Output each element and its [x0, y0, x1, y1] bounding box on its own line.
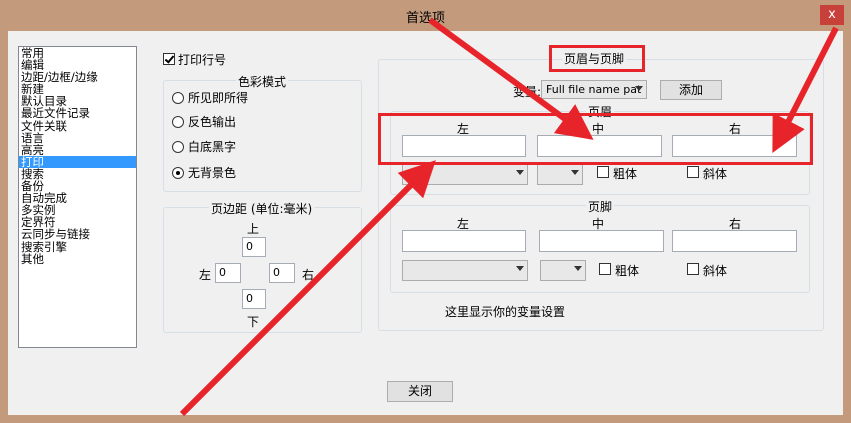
color-mode-option-label: 所见即所得 [188, 91, 249, 105]
chevron-down-icon [574, 266, 582, 271]
footer-italic-checkbox[interactable] [687, 263, 699, 275]
footer-title: 页脚 [586, 198, 615, 215]
margins-group [163, 207, 362, 333]
footer-italic-label: 斜体 [703, 264, 728, 278]
chevron-down-icon [571, 170, 579, 175]
category-item[interactable]: 最近文件记录 [19, 107, 136, 119]
annotation-title-box [549, 45, 645, 72]
header-size-select[interactable] [537, 164, 583, 185]
chevron-down-icon [516, 170, 524, 175]
window-title: 首选项 [405, 11, 445, 26]
color-mode-option-label: 无背景色 [188, 166, 237, 180]
header-bold-label: 粗体 [613, 167, 638, 181]
margin-bottom-label: 下 [247, 315, 260, 329]
window-close-button[interactable]: x [820, 5, 844, 25]
footer-center-input[interactable] [539, 230, 664, 252]
footer-left-input[interactable] [402, 230, 526, 252]
margins-title: 页边距 (单位:毫米) [209, 200, 315, 217]
variable-select[interactable]: Full file name pat [541, 80, 647, 99]
header-bold-checkbox[interactable] [597, 166, 609, 178]
chevron-down-icon [635, 86, 643, 91]
category-item[interactable]: 其他 [19, 253, 136, 265]
footer-size-select[interactable] [540, 260, 586, 281]
margin-right-input[interactable]: 0 [269, 263, 295, 283]
add-variable-button[interactable]: 添加 [660, 80, 722, 100]
line-numbers-label: 打印行号 [178, 53, 227, 67]
footer-bold-label: 粗体 [615, 264, 640, 278]
annotation-header-box [378, 113, 813, 165]
variable-label: 变量: [513, 85, 542, 99]
title-bar[interactable]: 首选项 x [0, 0, 851, 30]
dialog-body: 常用 编辑 边距/边框/边缘 新建 默认目录 最近文件记录 文件关联 语言 高亮 打印 搜索 备份 自动… [8, 31, 843, 415]
variable-select-value: Full file name pat [546, 83, 642, 96]
color-mode-radio[interactable] [172, 92, 184, 104]
footer-font-select[interactable] [402, 260, 528, 281]
line-numbers-checkbox[interactable] [163, 53, 175, 65]
footer-bold-checkbox[interactable] [599, 263, 611, 275]
category-item[interactable]: 搜索引擎 [19, 240, 136, 253]
margin-left-label: 左 [199, 268, 212, 282]
color-mode-radio[interactable] [172, 116, 184, 128]
color-mode-radio[interactable] [172, 167, 184, 179]
header-font-select[interactable] [402, 164, 528, 185]
margin-bottom-input[interactable]: 0 [242, 289, 266, 309]
margin-top-input[interactable]: 0 [242, 237, 266, 257]
margin-right-label: 右 [302, 268, 315, 282]
color-mode-radio[interactable] [172, 141, 184, 153]
close-button[interactable]: 关闭 [387, 381, 453, 402]
color-mode-option-label: 反色输出 [188, 115, 237, 129]
chevron-down-icon [516, 266, 524, 271]
margin-left-input[interactable]: 0 [215, 263, 241, 283]
header-italic-checkbox[interactable] [687, 166, 699, 178]
category-item[interactable]: 语言 [19, 132, 136, 144]
color-mode-title: 色彩模式 [236, 73, 289, 90]
header-italic-label: 斜体 [703, 167, 728, 181]
category-item[interactable]: 云同步与链接 [19, 228, 136, 240]
category-list[interactable]: 常用 编辑 边距/边框/边缘 新建 默认目录 最近文件记录 文件关联 语言 高亮 打印 搜索 备份 自动… [18, 46, 137, 348]
category-item[interactable]: 文件关联 [19, 120, 136, 132]
color-mode-option-label: 白底黑字 [188, 140, 237, 154]
footer-right-input[interactable] [672, 230, 797, 252]
variable-hint-text: 这里显示你的变量设置 [445, 305, 566, 319]
margin-top-label: 上 [247, 222, 260, 236]
